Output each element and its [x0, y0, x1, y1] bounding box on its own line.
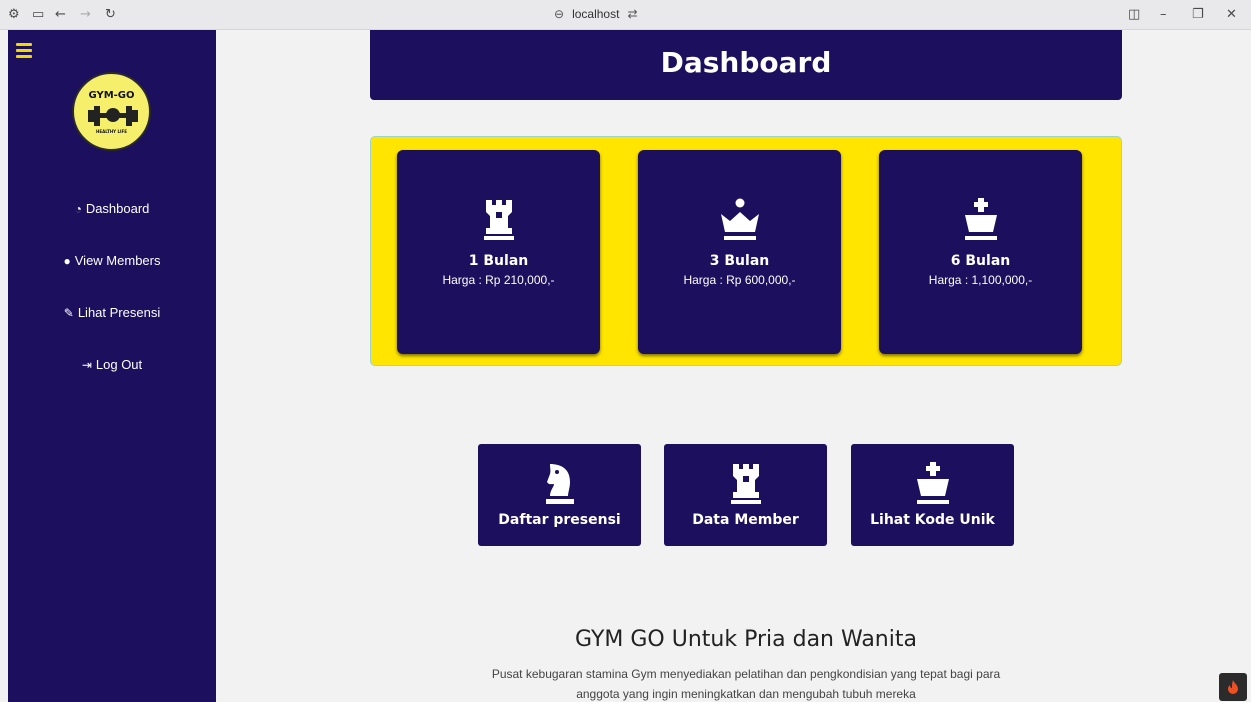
- forward-icon[interactable]: →: [80, 7, 91, 23]
- logo-subtext: HEALTHY LIFE: [96, 129, 127, 134]
- sidebar: GYM-GO HEALTHY LIFE ◔ Dashboard ● View Mem…: [8, 30, 216, 702]
- split-view-icon[interactable]: ◫: [1128, 7, 1140, 23]
- chess-knight-icon: [478, 462, 641, 504]
- sidebar-item-label: Dashboard: [85, 201, 150, 216]
- plan-card-1-bulan[interactable]: 1 Bulan Harga : Rp 210,000,-: [397, 150, 600, 354]
- sidebar-item-view-members[interactable]: ● View Members: [8, 253, 216, 268]
- gym-logo: GYM-GO HEALTHY LIFE: [72, 72, 151, 151]
- plan-price: Harga : Rp 210,000,-: [442, 273, 555, 287]
- browser-toolbar: ⚙ ▭ ← → ↻ ⊖ localhost ⇄ ◫ – ❐ ✕: [0, 0, 1251, 30]
- flame-icon[interactable]: [1219, 673, 1247, 701]
- gauge-icon: ◔: [74, 202, 82, 216]
- lihat-kode-unik-button[interactable]: Lihat Kode Unik: [851, 444, 1014, 546]
- link-icon: ⊖: [554, 7, 565, 21]
- connection-icon: ⇄: [627, 7, 638, 21]
- extensions-icon[interactable]: ⚙: [8, 7, 20, 23]
- address-bar[interactable]: ⊖ localhost ⇄: [554, 7, 638, 21]
- plan-card-3-bulan[interactable]: 3 Bulan Harga : Rp 600,000,-: [638, 150, 841, 354]
- plan-price: Harga : Rp 600,000,-: [683, 273, 796, 287]
- page-title: Dashboard: [660, 46, 832, 79]
- minimize-icon[interactable]: –: [1160, 7, 1167, 23]
- sidebar-item-log-out[interactable]: ⇥ Log Out: [8, 357, 216, 372]
- address-text: localhost: [572, 7, 620, 21]
- chess-king-icon: [851, 462, 1014, 504]
- action-label: Lihat Kode Unik: [870, 512, 995, 528]
- membership-plans: 1 Bulan Harga : Rp 210,000,- 3 Bulan Har…: [370, 136, 1122, 366]
- data-member-button[interactable]: Data Member: [664, 444, 827, 546]
- sidebar-item-label: View Members: [74, 253, 161, 268]
- sidebar-item-label: Log Out: [95, 357, 143, 372]
- daftar-presensi-button[interactable]: Daftar presensi: [478, 444, 641, 546]
- plan-price: Harga : 1,100,000,-: [928, 273, 1033, 287]
- page-header: Dashboard: [370, 30, 1122, 100]
- sidebar-item-lihat-presensi[interactable]: ✎ Lihat Presensi: [8, 305, 216, 320]
- plan-card-6-bulan[interactable]: 6 Bulan Harga : 1,100,000,-: [879, 150, 1082, 354]
- chess-rook-icon: [664, 462, 827, 504]
- plan-title: 1 Bulan: [468, 253, 529, 269]
- chess-queen-icon: [638, 198, 841, 240]
- about-title: GYM GO Untuk Pria dan Wanita: [575, 627, 917, 652]
- close-icon[interactable]: ✕: [1226, 7, 1237, 23]
- chess-king-icon: [879, 198, 1082, 240]
- logo-text: GYM-GO: [88, 90, 135, 101]
- user-icon: ●: [63, 254, 71, 268]
- restore-icon[interactable]: ❐: [1192, 7, 1204, 23]
- chess-rook-icon: [397, 198, 600, 240]
- plan-title: 6 Bulan: [950, 253, 1011, 269]
- menu-toggle-icon[interactable]: [16, 43, 32, 58]
- about-text: Pusat kebugaran stamina Gym menyediakan …: [491, 667, 1001, 701]
- plan-title: 3 Bulan: [709, 253, 770, 269]
- action-label: Data Member: [692, 512, 799, 528]
- sidebar-item-dashboard[interactable]: ◔ Dashboard: [8, 201, 216, 216]
- sidebar-item-label: Lihat Presensi: [77, 305, 161, 320]
- sign-out-icon: ⇥: [81, 358, 92, 372]
- refresh-icon[interactable]: ↻: [105, 7, 116, 23]
- dumbbell-icon: [88, 106, 138, 126]
- sidebar-toggle-icon[interactable]: ▭: [32, 7, 44, 23]
- pencil-icon: ✎: [63, 306, 74, 320]
- action-label: Daftar presensi: [498, 512, 621, 528]
- back-icon[interactable]: ←: [55, 7, 66, 23]
